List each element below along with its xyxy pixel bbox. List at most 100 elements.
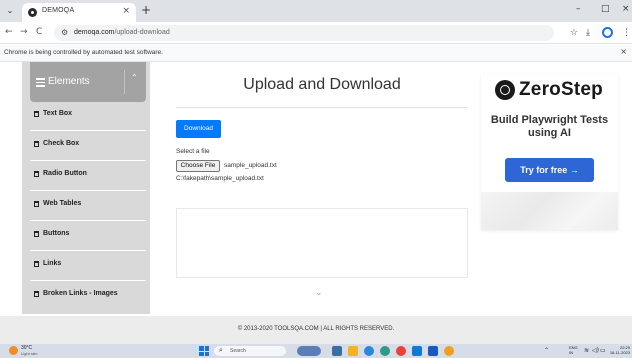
reload-button[interactable]: C xyxy=(36,26,42,38)
menu-divider xyxy=(30,190,146,191)
sidebar-item-label: Buttons xyxy=(43,230,70,237)
sidebar-item-radio-button[interactable]: Radio Button xyxy=(30,162,146,188)
sidebar-item-check-box[interactable]: Check Box xyxy=(30,132,146,158)
downloads-icon[interactable]: ⤓ xyxy=(586,27,590,39)
store-app-icon[interactable] xyxy=(412,346,422,356)
ad-decorative-band xyxy=(481,192,618,230)
infobar-close-icon[interactable]: × xyxy=(620,47,627,56)
os-taskbar: 30°C Light rain ⌕ Search ⌃ ENG IN ≋ ◁) ▭ … xyxy=(0,344,632,358)
sidebar-item-links[interactable]: Links xyxy=(30,252,146,278)
browser-tab-bar: ⌄ DEMOQA × + – □ × xyxy=(0,0,632,22)
sidebar-group-elements[interactable]: Elements ⌃ xyxy=(30,62,146,102)
taskbar-search-placeholder: Search xyxy=(230,348,246,354)
weather-description: Light rain xyxy=(21,351,38,356)
zerostep-logo-icon xyxy=(495,80,515,100)
sidebar-item-web-tables[interactable]: Web Tables xyxy=(30,192,146,218)
content-area xyxy=(176,208,468,278)
search-icon: ⌕ xyxy=(219,346,223,354)
download-button[interactable]: Download xyxy=(176,120,221,138)
clock-date: 16-11-2023 xyxy=(609,350,630,355)
input-language[interactable]: ENG IN xyxy=(569,345,578,355)
copyright-text: © 2013-2020 TOOLSQA.COM | ALL RIGHTS RES… xyxy=(237,326,395,332)
word-app-icon[interactable] xyxy=(428,346,438,356)
main-content: Upload and Download Download Select a fi… xyxy=(176,62,468,344)
new-tab-button[interactable]: + xyxy=(141,3,151,17)
item-bullet-icon xyxy=(34,111,39,117)
weather-icon[interactable] xyxy=(9,346,18,355)
uploaded-file-path: C:\fakepath\sample_upload.txt xyxy=(176,175,264,182)
url-text: demoqa.com/upload-download xyxy=(74,29,170,36)
site-info-icon[interactable]: ⚙ xyxy=(61,28,68,37)
browser-menu-icon[interactable]: ⋮ xyxy=(622,27,631,39)
windows-start-icon[interactable] xyxy=(199,346,209,356)
item-bullet-icon xyxy=(34,291,39,297)
infobar-message: Chrome is being controlled by automated … xyxy=(4,49,163,56)
select-file-label: Select a file xyxy=(176,148,210,155)
page-title: Upload and Download xyxy=(243,76,401,93)
list-icon xyxy=(36,78,45,87)
tab-list-button[interactable]: ⌄ xyxy=(3,4,17,18)
chevron-up-icon: ⌃ xyxy=(131,73,138,82)
demoqa-favicon-icon xyxy=(28,8,37,17)
taskbar-clock[interactable]: 22:29 16-11-2023 xyxy=(604,345,630,355)
sidebar-group-title: Elements xyxy=(48,76,90,87)
menu-divider xyxy=(30,220,146,221)
tab-close-icon[interactable]: × xyxy=(122,6,130,16)
chevron-down-icon: ⌄ xyxy=(315,288,323,298)
menu-divider xyxy=(30,250,146,251)
browser-tab-demoqa[interactable]: DEMOQA × xyxy=(22,3,136,22)
browser-toolbar: ← → C ⚙ demoqa.com/upload-download ☆ ⤓ ⋮ xyxy=(0,22,632,44)
edge-browser-icon[interactable] xyxy=(364,346,374,356)
sidebar-item-label: Check Box xyxy=(43,140,80,147)
forward-button[interactable]: → xyxy=(20,26,28,38)
sidebar-item-label: Web Tables xyxy=(43,200,82,207)
chrome-canary-icon[interactable] xyxy=(444,346,454,356)
ad-brand-name: ZeroStep xyxy=(519,79,603,100)
sidebar-item-label: Radio Button xyxy=(43,170,87,177)
chat-app-icon[interactable] xyxy=(380,346,390,356)
sidebar-item-broken-links-images[interactable]: Broken Links - Images xyxy=(30,282,146,308)
ad-headline: Build Playwright Tests using AI xyxy=(490,114,609,139)
menu-divider xyxy=(30,160,146,161)
zerostep-advertisement[interactable]: ZeroStep Build Playwright Tests using AI… xyxy=(481,74,618,230)
group-collapse-toggle[interactable]: ⌃ xyxy=(124,70,146,94)
sidebar-item-text-box[interactable]: Text Box xyxy=(30,102,146,128)
bookmark-star-icon[interactable]: ☆ xyxy=(570,27,578,39)
sidebar-item-buttons[interactable]: Buttons xyxy=(30,222,146,248)
item-bullet-icon xyxy=(34,261,39,267)
menu-divider xyxy=(30,130,146,131)
widgets-app-icon[interactable] xyxy=(297,346,321,356)
window-maximize-button[interactable]: □ xyxy=(601,4,610,14)
window-minimize-button[interactable]: – xyxy=(576,4,581,14)
item-bullet-icon xyxy=(34,141,39,147)
task-view-icon[interactable] xyxy=(332,346,342,356)
chosen-file-name: sample_upload.txt xyxy=(224,162,277,169)
page-footer: © 2013-2020 TOOLSQA.COM | ALL RIGHTS RES… xyxy=(0,316,632,344)
title-divider xyxy=(176,107,468,108)
item-bullet-icon xyxy=(34,171,39,177)
volume-icon[interactable]: ◁) xyxy=(592,346,599,356)
sidebar-item-label: Broken Links - Images xyxy=(43,290,118,297)
tray-overflow-icon[interactable]: ⌃ xyxy=(544,346,549,356)
menu-divider xyxy=(30,280,146,281)
sidebar-item-label: Links xyxy=(43,260,62,267)
sidebar: Elements ⌃ Text Box Check Box Radio Butt… xyxy=(22,62,150,314)
keyboard-region: IN xyxy=(569,350,573,355)
sidebar-item-label: Text Box xyxy=(43,110,73,117)
url-path: /upload-download xyxy=(114,29,170,36)
item-bullet-icon xyxy=(34,201,39,207)
address-bar[interactable]: ⚙ demoqa.com/upload-download xyxy=(54,25,554,41)
tab-title: DEMOQA xyxy=(42,7,75,14)
chrome-browser-icon[interactable] xyxy=(396,346,406,356)
file-explorer-icon[interactable] xyxy=(348,346,358,356)
choose-file-button[interactable]: Choose File xyxy=(176,160,220,172)
taskbar-search-box[interactable]: ⌕ Search xyxy=(214,346,286,356)
profile-avatar-icon[interactable] xyxy=(602,27,613,38)
item-bullet-icon xyxy=(34,231,39,237)
automation-infobar: Chrome is being controlled by automated … xyxy=(0,45,632,62)
try-for-free-button[interactable]: Try for free → xyxy=(505,158,594,182)
window-close-button[interactable]: × xyxy=(622,4,630,14)
url-host: demoqa.com xyxy=(74,29,115,36)
back-button[interactable]: ← xyxy=(5,26,13,38)
wifi-icon[interactable]: ≋ xyxy=(584,346,589,356)
